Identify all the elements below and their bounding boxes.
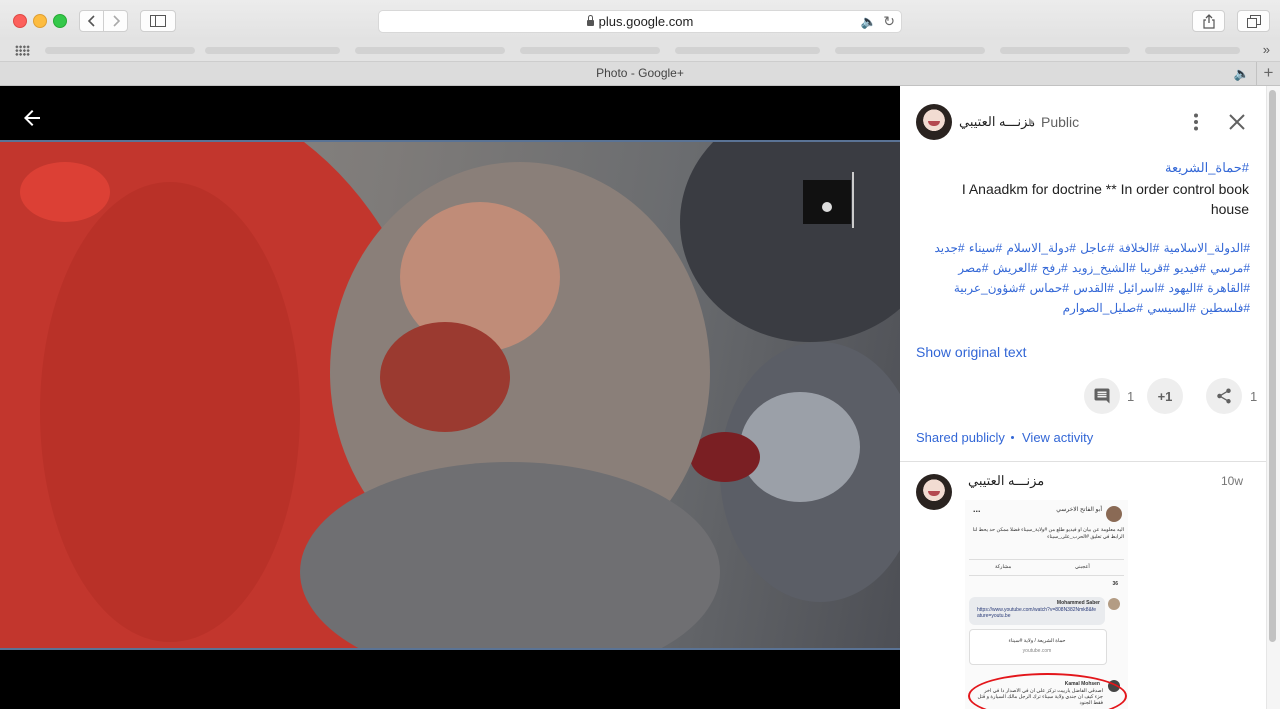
bookmark-item[interactable] — [45, 47, 195, 54]
shared-publicly-link[interactable]: Shared publicly — [916, 430, 1005, 445]
share-post-button[interactable] — [1206, 378, 1242, 414]
screenshot-body: اليه معلومة عن بيان او فيديو طلع من #ولا… — [972, 527, 1124, 540]
hashtag-link[interactable]: #حماة_الشريعة — [1165, 160, 1249, 176]
address-bar[interactable]: plus.google.com 🔈 ↻ — [378, 10, 902, 33]
more-vert-icon[interactable] — [1188, 112, 1204, 132]
post-author[interactable]: مزنـــه العتيبي — [959, 114, 1035, 130]
chevron-left-icon — [87, 15, 95, 27]
link-card-title: حماة الشريعة / ولاية #سيناء — [1008, 638, 1066, 644]
hashtag-list[interactable]: #الدولة_الاسلامية #الخلافة #عاجل #دولة_ا… — [920, 238, 1251, 318]
show-original-link[interactable]: Show original text — [916, 344, 1027, 360]
tabs-overview-icon — [1246, 14, 1261, 28]
sidebar-icon — [150, 15, 166, 27]
tab-bar: Photo - Google+ 🔈 + — [0, 62, 1280, 86]
lock-icon — [586, 14, 594, 26]
plus-one-button[interactable]: +1 — [1147, 378, 1183, 414]
divider — [900, 461, 1266, 462]
comment-image[interactable]: أبو الفاتح الاخرسي ... اليه معلومة عن بي… — [965, 500, 1128, 709]
avatar — [1106, 506, 1122, 522]
bookmark-item[interactable] — [835, 47, 985, 54]
photo-viewer — [0, 86, 900, 709]
highlight-ring — [968, 673, 1127, 709]
bookmark-item[interactable] — [205, 47, 340, 54]
avatar[interactable] — [916, 474, 952, 510]
browser-toolbar: plus.google.com 🔈 ↻ — [0, 0, 1280, 40]
share-icon — [1202, 13, 1215, 29]
chevron-right-icon — [1029, 118, 1034, 126]
zoom-window-button[interactable] — [53, 14, 67, 28]
view-activity-link[interactable]: View activity — [1022, 430, 1093, 445]
reactions-count: 36 — [1112, 581, 1118, 587]
share-icon — [1217, 388, 1231, 404]
post-text: I Anaadkm for doctrine ** In order contr… — [961, 181, 1249, 217]
minimize-window-button[interactable] — [33, 14, 47, 28]
bookmarks-bar: » — [0, 40, 1280, 62]
bookmark-item[interactable] — [1000, 47, 1130, 54]
bookmark-item[interactable] — [1145, 47, 1240, 54]
like-label: أعجبني — [1075, 564, 1090, 570]
browser-forward-button[interactable] — [103, 10, 128, 32]
plus-one-label: +1 — [1157, 388, 1173, 404]
post-photo[interactable] — [0, 140, 900, 650]
comment-icon — [1094, 388, 1110, 404]
comment-author[interactable]: مزنـــه العتيبي — [968, 473, 1044, 489]
speaker-icon[interactable]: 🔈 — [861, 14, 877, 30]
reload-icon[interactable]: ↻ — [883, 13, 895, 30]
speaker-icon[interactable]: 🔈 — [1234, 62, 1250, 85]
bookmark-item[interactable] — [520, 47, 660, 54]
url-text: plus.google.com — [598, 14, 694, 29]
new-tab-button[interactable]: + — [1256, 62, 1280, 85]
tabs-overview-button[interactable] — [1237, 10, 1270, 32]
share-label: مشاركة — [995, 564, 1012, 570]
visibility-label: Public — [1041, 114, 1080, 130]
comment-time: 10w — [1221, 474, 1244, 488]
bookmark-item[interactable] — [355, 47, 505, 54]
scrollbar-thumb[interactable] — [1269, 90, 1276, 642]
close-window-button[interactable] — [13, 14, 27, 28]
comment-button[interactable] — [1084, 378, 1120, 414]
more-icon: ... — [973, 504, 981, 514]
avatar[interactable] — [916, 104, 952, 140]
share-button[interactable] — [1192, 10, 1225, 32]
chevron-right-icon — [112, 15, 120, 27]
comments-count: 1 — [1127, 389, 1135, 404]
bookmark-item[interactable] — [675, 47, 820, 54]
screenshot-poster: أبو الفاتح الاخرسي — [1056, 507, 1102, 513]
sidebar-toggle-button[interactable] — [140, 10, 176, 32]
link-card-source: youtube.com — [1022, 648, 1052, 654]
youtube-link: https://www.youtube.com/watch?v=808N382N… — [977, 607, 1097, 619]
tab-title[interactable]: Photo - Google+ — [596, 66, 684, 80]
dot-separator — [1011, 436, 1014, 439]
close-icon[interactable] — [1227, 112, 1247, 132]
link-card — [969, 629, 1107, 665]
double-chevron-right-icon[interactable]: » — [1263, 42, 1270, 57]
grid-icon[interactable] — [15, 45, 30, 56]
arrow-left-icon[interactable] — [20, 106, 44, 130]
commenter-name: Mohammed Saber — [1056, 600, 1100, 606]
shares-count: 1 — [1250, 389, 1258, 404]
browser-back-button[interactable] — [79, 10, 104, 32]
avatar — [1108, 598, 1120, 610]
